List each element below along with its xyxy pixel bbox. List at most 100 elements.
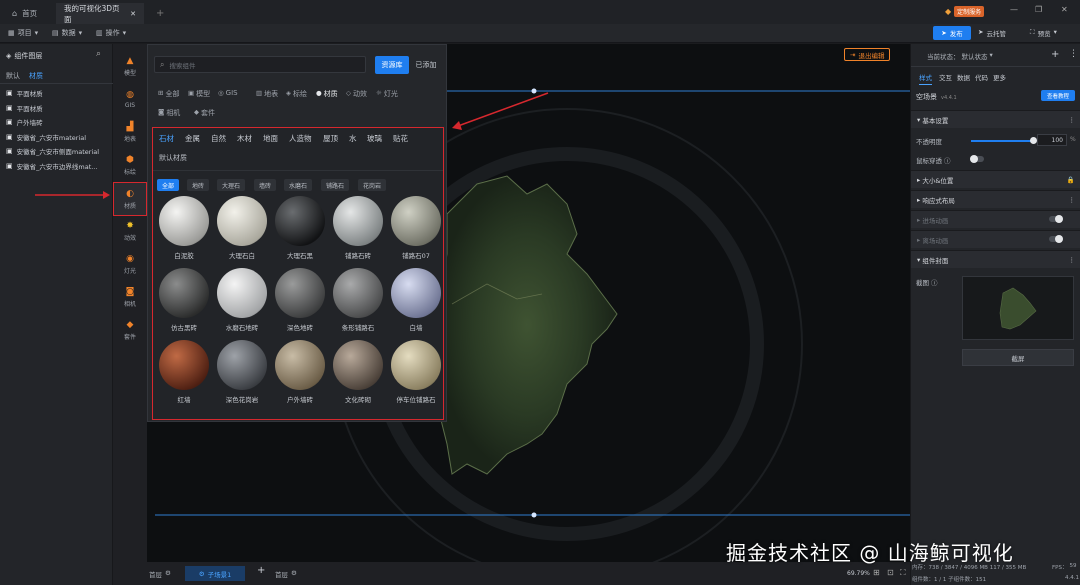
fit-icon[interactable]: ⊞ [873, 568, 880, 577]
more-icon[interactable]: ⋮ [1069, 49, 1078, 59]
material-sphere[interactable] [159, 340, 209, 390]
type-effect[interactable]: ✸ 动效 [113, 214, 147, 248]
tab-default[interactable]: 默认 [6, 71, 20, 81]
menu-project[interactable]: ▦ 项目 ▾ [8, 28, 38, 38]
material-sphere[interactable] [391, 340, 441, 390]
chip-1[interactable]: 地砖 [187, 179, 210, 191]
material-sphere[interactable] [217, 340, 267, 390]
type-model[interactable]: ▲ 模型 [113, 49, 147, 83]
property-tab-4[interactable]: 更多 [993, 72, 1006, 82]
layer-item[interactable]: ▣ 安徽省_六安市侧面material [6, 146, 99, 156]
cloud-host-button[interactable]: ➤ 云托管 [978, 28, 1006, 38]
material-sphere[interactable] [275, 196, 325, 246]
category-6[interactable]: ◇ 动效 [346, 89, 367, 99]
type-terrain[interactable]: ▟ 地表 [113, 115, 147, 149]
category-7[interactable]: ☼ 灯光 [376, 89, 398, 99]
layer-item[interactable]: ▣ 安徽省_六安市material [6, 132, 86, 142]
new-tab-button[interactable]: + [148, 3, 172, 24]
property-tab-3[interactable]: 代码 [975, 72, 988, 82]
category-3[interactable]: ▥ 地表 [256, 89, 278, 99]
exit-animation-toggle[interactable] [1049, 235, 1063, 243]
maximize-button[interactable]: ❐ [1035, 5, 1042, 14]
material-tab-9[interactable]: 贴花 [393, 133, 408, 144]
material-tab-1[interactable]: 金属 [185, 133, 200, 144]
map-region[interactable] [436, 175, 618, 475]
category-2[interactable]: ◎ GIS [218, 89, 238, 97]
resize-handle[interactable] [531, 512, 537, 518]
menu-operation[interactable]: ▥ 操作 ▾ [96, 28, 126, 38]
library-button[interactable]: 资源库 [375, 56, 409, 74]
hover-through-toggle[interactable] [970, 155, 984, 163]
chip-3[interactable]: 墙砖 [254, 179, 277, 191]
section-size-position[interactable]: ▸ 大小&位置 🔒 [911, 170, 1080, 188]
custom-service-button[interactable]: ◆ 定制服务 [945, 6, 985, 17]
type-light[interactable]: ◉ 灯光 [113, 247, 147, 281]
add-scene-button[interactable]: + [257, 565, 265, 576]
fullscreen-icon[interactable]: ⛶ [900, 568, 906, 578]
category-5[interactable]: ● 材质 [316, 89, 338, 99]
publish-button[interactable]: ➤ 发布 [933, 26, 971, 40]
chip-2[interactable]: 大理石 [217, 179, 246, 191]
window-close-button[interactable]: ✕ [1061, 5, 1068, 14]
resize-handle[interactable] [531, 88, 537, 94]
enter-animation-toggle[interactable] [1049, 215, 1063, 223]
property-tab-1[interactable]: 交互 [939, 72, 952, 82]
material-sphere[interactable] [391, 268, 441, 318]
section-responsive[interactable]: ▸ 响应式布局 ⋮ [911, 190, 1080, 208]
exit-edit-button[interactable]: ⇥ 退出编辑 [844, 48, 891, 61]
tab-home[interactable]: ⌂ 首页 [4, 3, 45, 24]
search-input[interactable]: ⌕ 搜索组件 [154, 56, 366, 73]
add-state-button[interactable]: + [1051, 49, 1059, 60]
chip-0[interactable]: 全部 [157, 179, 180, 191]
tutorial-button[interactable]: 查看教程 [1041, 90, 1075, 101]
material-sphere[interactable] [217, 268, 267, 318]
tab-document[interactable]: 我的可视化3D页面 ✕ [56, 3, 144, 24]
menu-data[interactable]: ▤ 数据 ▾ [52, 28, 82, 38]
material-sphere[interactable] [217, 196, 267, 246]
type-material[interactable]: ◐ 材质 [113, 182, 147, 216]
material-sphere[interactable] [159, 268, 209, 318]
chip-4[interactable]: 水磨石 [284, 179, 313, 191]
grid-icon[interactable]: ⊡ [887, 568, 894, 577]
material-sphere[interactable] [391, 196, 441, 246]
material-tab-6[interactable]: 屋顶 [323, 133, 338, 144]
material-sphere[interactable] [333, 268, 383, 318]
material-sphere[interactable] [333, 196, 383, 246]
material-tab-4[interactable]: 地面 [263, 133, 278, 144]
material-tab-0[interactable]: 石材 [159, 133, 174, 144]
type-kit[interactable]: ◆ 套件 [113, 313, 147, 347]
close-icon[interactable]: ✕ [130, 10, 136, 18]
chip-5[interactable]: 铺路石 [321, 179, 350, 191]
category-0[interactable]: ⊞ 全部 [158, 89, 179, 99]
material-sphere[interactable] [333, 340, 383, 390]
category-1[interactable]: ▣ 模型 [188, 89, 210, 99]
minimize-button[interactable]: — [1010, 5, 1018, 14]
property-tab-0[interactable]: 样式 [919, 72, 932, 85]
chip-6[interactable]: 花岗岩 [358, 179, 387, 191]
material-tab-3[interactable]: 木材 [237, 133, 252, 144]
material-sphere[interactable] [275, 268, 325, 318]
material-tab-5[interactable]: 人造物 [289, 133, 312, 144]
section-cover[interactable]: ▾ 组件封面 ⋮ [911, 250, 1080, 268]
section-basic[interactable]: ▾ 基本设置 ⋮ [911, 110, 1080, 128]
layer-tab-first[interactable]: 首层 ⚙ [149, 569, 171, 579]
material-tab-default[interactable]: 默认材质 [159, 153, 187, 163]
category-4[interactable]: ◈ 标绘 [286, 89, 307, 99]
preview-button[interactable]: ⛶ 预览 ▾ [1030, 28, 1057, 38]
type-camera[interactable]: ◙ 相机 [113, 280, 147, 314]
category-row2-1[interactable]: ◆ 套件 [194, 108, 215, 118]
material-tab-7[interactable]: 水 [349, 133, 357, 144]
current-scene-tab[interactable]: ⚙ 子场景1 [185, 566, 245, 581]
type-gis[interactable]: ◍ GIS [113, 82, 147, 116]
material-tab-2[interactable]: 自然 [211, 133, 226, 144]
zoom-level[interactable]: 69.79% [847, 570, 870, 577]
opacity-input[interactable]: 100 [1037, 134, 1067, 146]
added-button[interactable]: 已添加 [410, 56, 442, 74]
layer-item[interactable]: ▣ 平面材质 [6, 88, 43, 98]
layer-item[interactable]: ▣ 安徽省_六安市边界线mat... [6, 161, 97, 171]
material-tab-8[interactable]: 玻璃 [367, 133, 382, 144]
search-icon[interactable]: ⌕ [96, 49, 101, 59]
material-sphere[interactable] [275, 340, 325, 390]
layer-item[interactable]: ▣ 平面材质 [6, 103, 43, 113]
type-plot[interactable]: ⬢ 标绘 [113, 148, 147, 182]
